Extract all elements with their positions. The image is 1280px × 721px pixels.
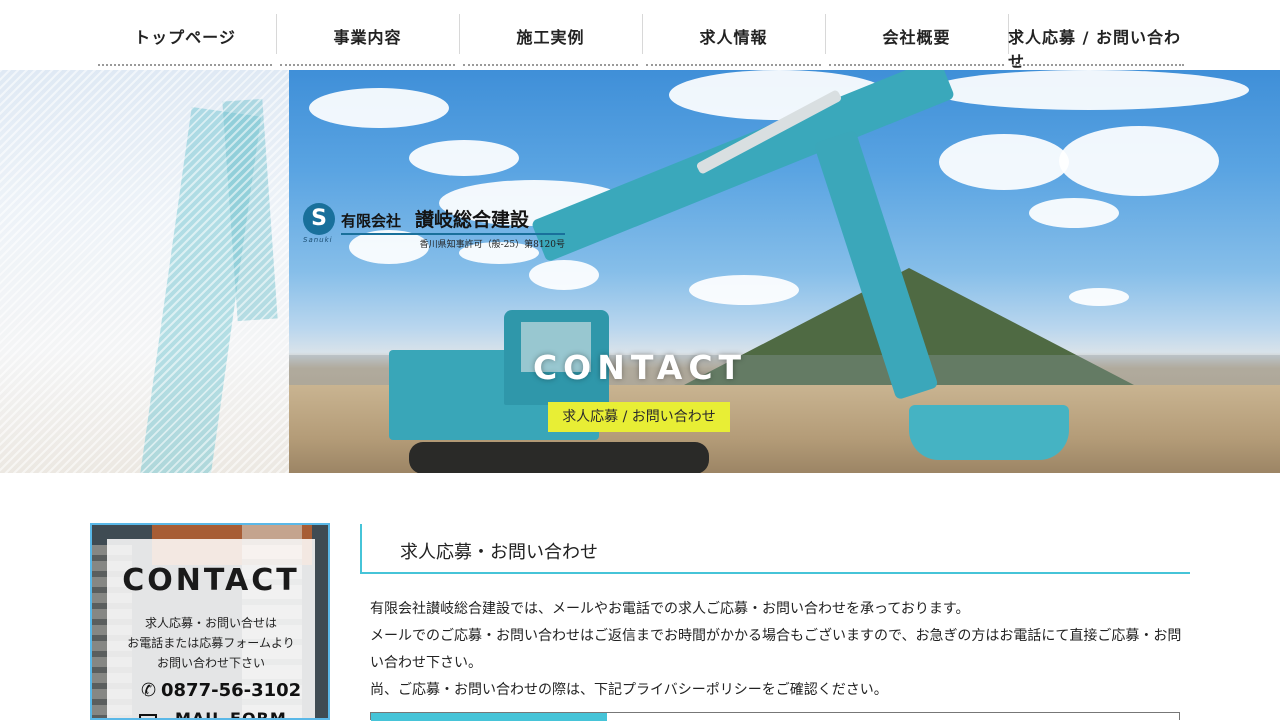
nav-item-label: 会社概要 (882, 28, 951, 47)
cloud (939, 134, 1069, 190)
sidebar-description: 求人応募・お問い合せは お電話または応募フォームより お問い合わせ下さい (107, 613, 315, 673)
company-logo[interactable]: S Sanuki 有限会社 讃岐総合建設 香川県知事許可（般-25）第8120号 (303, 203, 565, 253)
cloud (309, 88, 449, 128)
contact-table (370, 712, 1180, 721)
nav-underline (829, 64, 1004, 66)
nav-underline (646, 64, 821, 66)
nav-item-business[interactable]: 事業内容 (276, 12, 460, 68)
nav-underline (280, 64, 455, 66)
logo-prefix: 有限会社 (341, 212, 402, 230)
sidebar-mail-link[interactable]: MAIL FORM (139, 709, 287, 720)
sidebar-text-line: お電話または応募フォームより (127, 636, 295, 650)
section-heading-text: 求人応募・お問い合わせ (400, 542, 598, 563)
hero-title: CONTACT (532, 348, 748, 387)
phone-number: 0877-56-3102 (161, 680, 302, 701)
cloud (1029, 198, 1119, 228)
hero-side-image (0, 70, 289, 473)
mail-form-label: MAIL FORM (175, 709, 287, 720)
stripe-overlay (0, 70, 289, 473)
nav-item-recruit[interactable]: 求人情報 (642, 12, 826, 68)
phone-icon: ✆ (141, 680, 157, 701)
logo-company-name: 有限会社 讃岐総合建設 (341, 205, 529, 232)
nav-underline (463, 64, 638, 66)
hero-photo-excavator (289, 70, 1280, 473)
nav-item-label: 求人情報 (699, 28, 768, 47)
sidebar-panel: CONTACT 求人応募・お問い合せは お電話または応募フォームより お問い合わ… (107, 539, 315, 720)
intro-text: 有限会社讃岐総合建設では、メールやお電話での求人ご応募・お問い合わせを承っており… (370, 596, 1190, 704)
sidebar-title: CONTACT (122, 563, 300, 598)
nav-item-company[interactable]: 会社概要 (825, 12, 1009, 68)
nav-item-label: トップページ (134, 28, 236, 47)
mail-icon (139, 713, 157, 718)
nav-item-top[interactable]: トップページ (94, 12, 277, 68)
excavator-track (409, 442, 709, 473)
nav-item-label: 施工実例 (516, 28, 585, 47)
nav-item-contact[interactable]: 求人応募 / お問い合わせ (1008, 12, 1188, 71)
sidebar-text-line: 求人応募・お問い合せは (144, 616, 277, 630)
cloud (409, 140, 519, 176)
logo-name-text: 讃岐総合建設 (415, 209, 530, 231)
global-nav: トップページ 事業内容 施工実例 求人情報 会社概要 求人応募 / お問い合わせ (0, 0, 1280, 71)
sidebar-phone-link[interactable]: ✆ 0877-56-3102 (141, 680, 301, 701)
cloud (929, 70, 1249, 110)
nav-underline (1012, 64, 1184, 66)
hero-banner: S Sanuki 有限会社 讃岐総合建設 香川県知事許可（般-25）第8120号 … (0, 70, 1280, 473)
intro-paragraph: 尚、ご応募・お問い合わせの際は、下記プライバシーポリシーをご確認ください。 (370, 682, 888, 698)
logo-english: Sanuki (303, 236, 333, 244)
sidebar-contact-banner[interactable]: CONTACT 求人応募・お問い合せは お電話または応募フォームより お問い合わ… (90, 523, 330, 720)
section-heading: 求人応募・お問い合わせ (360, 524, 1190, 574)
nav-item-works[interactable]: 施工実例 (459, 12, 643, 68)
hero-subtitle-badge: 求人応募 / お問い合わせ (548, 402, 730, 432)
excavator-bucket (909, 405, 1069, 460)
sidebar-text-line: お問い合わせ下さい (156, 656, 265, 670)
logo-mark-icon: S (303, 203, 335, 235)
nav-item-label: 事業内容 (333, 28, 402, 47)
cloud (529, 260, 599, 290)
cloud (1059, 126, 1219, 196)
intro-paragraph: 有限会社讃岐総合建設では、メールやお電話での求人ご応募・お問い合わせを承っており… (370, 601, 970, 617)
nav-underline (98, 64, 272, 66)
intro-paragraph: メールでのご応募・お問い合わせはご返信までお時間がかかる場合もございますので、お… (370, 628, 1182, 671)
logo-underline (341, 233, 565, 235)
license-number: 香川県知事許可（般-25）第8120号 (419, 240, 565, 250)
